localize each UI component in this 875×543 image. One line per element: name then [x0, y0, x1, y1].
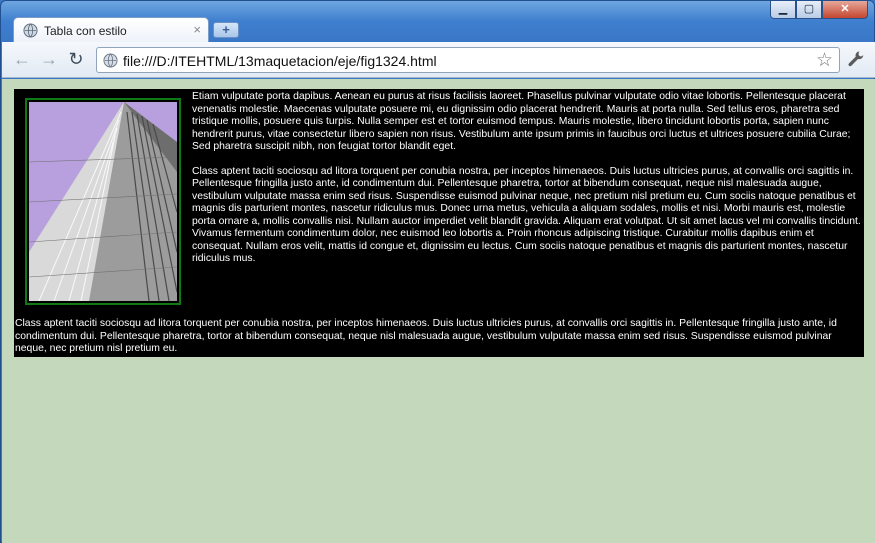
- tab-title: Tabla con estilo: [44, 24, 127, 38]
- forward-arrow-icon[interactable]: →: [39, 50, 59, 70]
- title-bar: Tabla con estilo × + ▁ ▢ ✕: [1, 1, 874, 42]
- wrench-icon[interactable]: [847, 50, 865, 68]
- reload-icon[interactable]: ↻: [66, 50, 86, 70]
- paragraph-column: Etiam vulputate porta dapibus. Aenean eu…: [192, 91, 862, 278]
- page-viewport: Etiam vulputate porta dapibus. Aenean eu…: [2, 79, 875, 543]
- minimize-button[interactable]: ▁: [770, 1, 796, 19]
- footer-row: Class aptent taciti sociosqu ad litora t…: [15, 318, 837, 354]
- building-image-frame: [25, 98, 181, 305]
- paragraph-2: Class aptent taciti sociosqu ad litora t…: [192, 165, 861, 265]
- paragraph-1: Etiam vulputate porta dapibus. Aenean eu…: [192, 91, 851, 152]
- table-row: Etiam vulputate porta dapibus. Aenean eu…: [14, 89, 864, 315]
- browser-window: Tabla con estilo × + ▁ ▢ ✕ ← → ↻ file://…: [0, 0, 875, 543]
- styled-table: Etiam vulputate porta dapibus. Aenean eu…: [14, 89, 864, 357]
- globe-icon: [103, 53, 118, 68]
- star-icon[interactable]: ☆: [816, 49, 833, 72]
- window-controls: ▁ ▢ ✕: [770, 1, 868, 19]
- browser-toolbar: ← → ↻ file:///D:/ITEHTML/13maquetacion/e…: [2, 42, 875, 78]
- new-tab-button[interactable]: +: [213, 22, 239, 38]
- close-window-button[interactable]: ✕: [822, 1, 868, 19]
- building-image: [29, 102, 177, 301]
- close-icon[interactable]: ×: [193, 22, 201, 37]
- maximize-button[interactable]: ▢: [796, 1, 822, 19]
- globe-icon: [23, 23, 38, 38]
- address-bar[interactable]: file:///D:/ITEHTML/13maquetacion/eje/fig…: [96, 47, 840, 73]
- back-arrow-icon[interactable]: ←: [12, 50, 32, 70]
- tab-active[interactable]: Tabla con estilo ×: [13, 17, 209, 42]
- plus-icon: +: [222, 22, 230, 37]
- address-url[interactable]: file:///D:/ITEHTML/13maquetacion/eje/fig…: [123, 53, 437, 69]
